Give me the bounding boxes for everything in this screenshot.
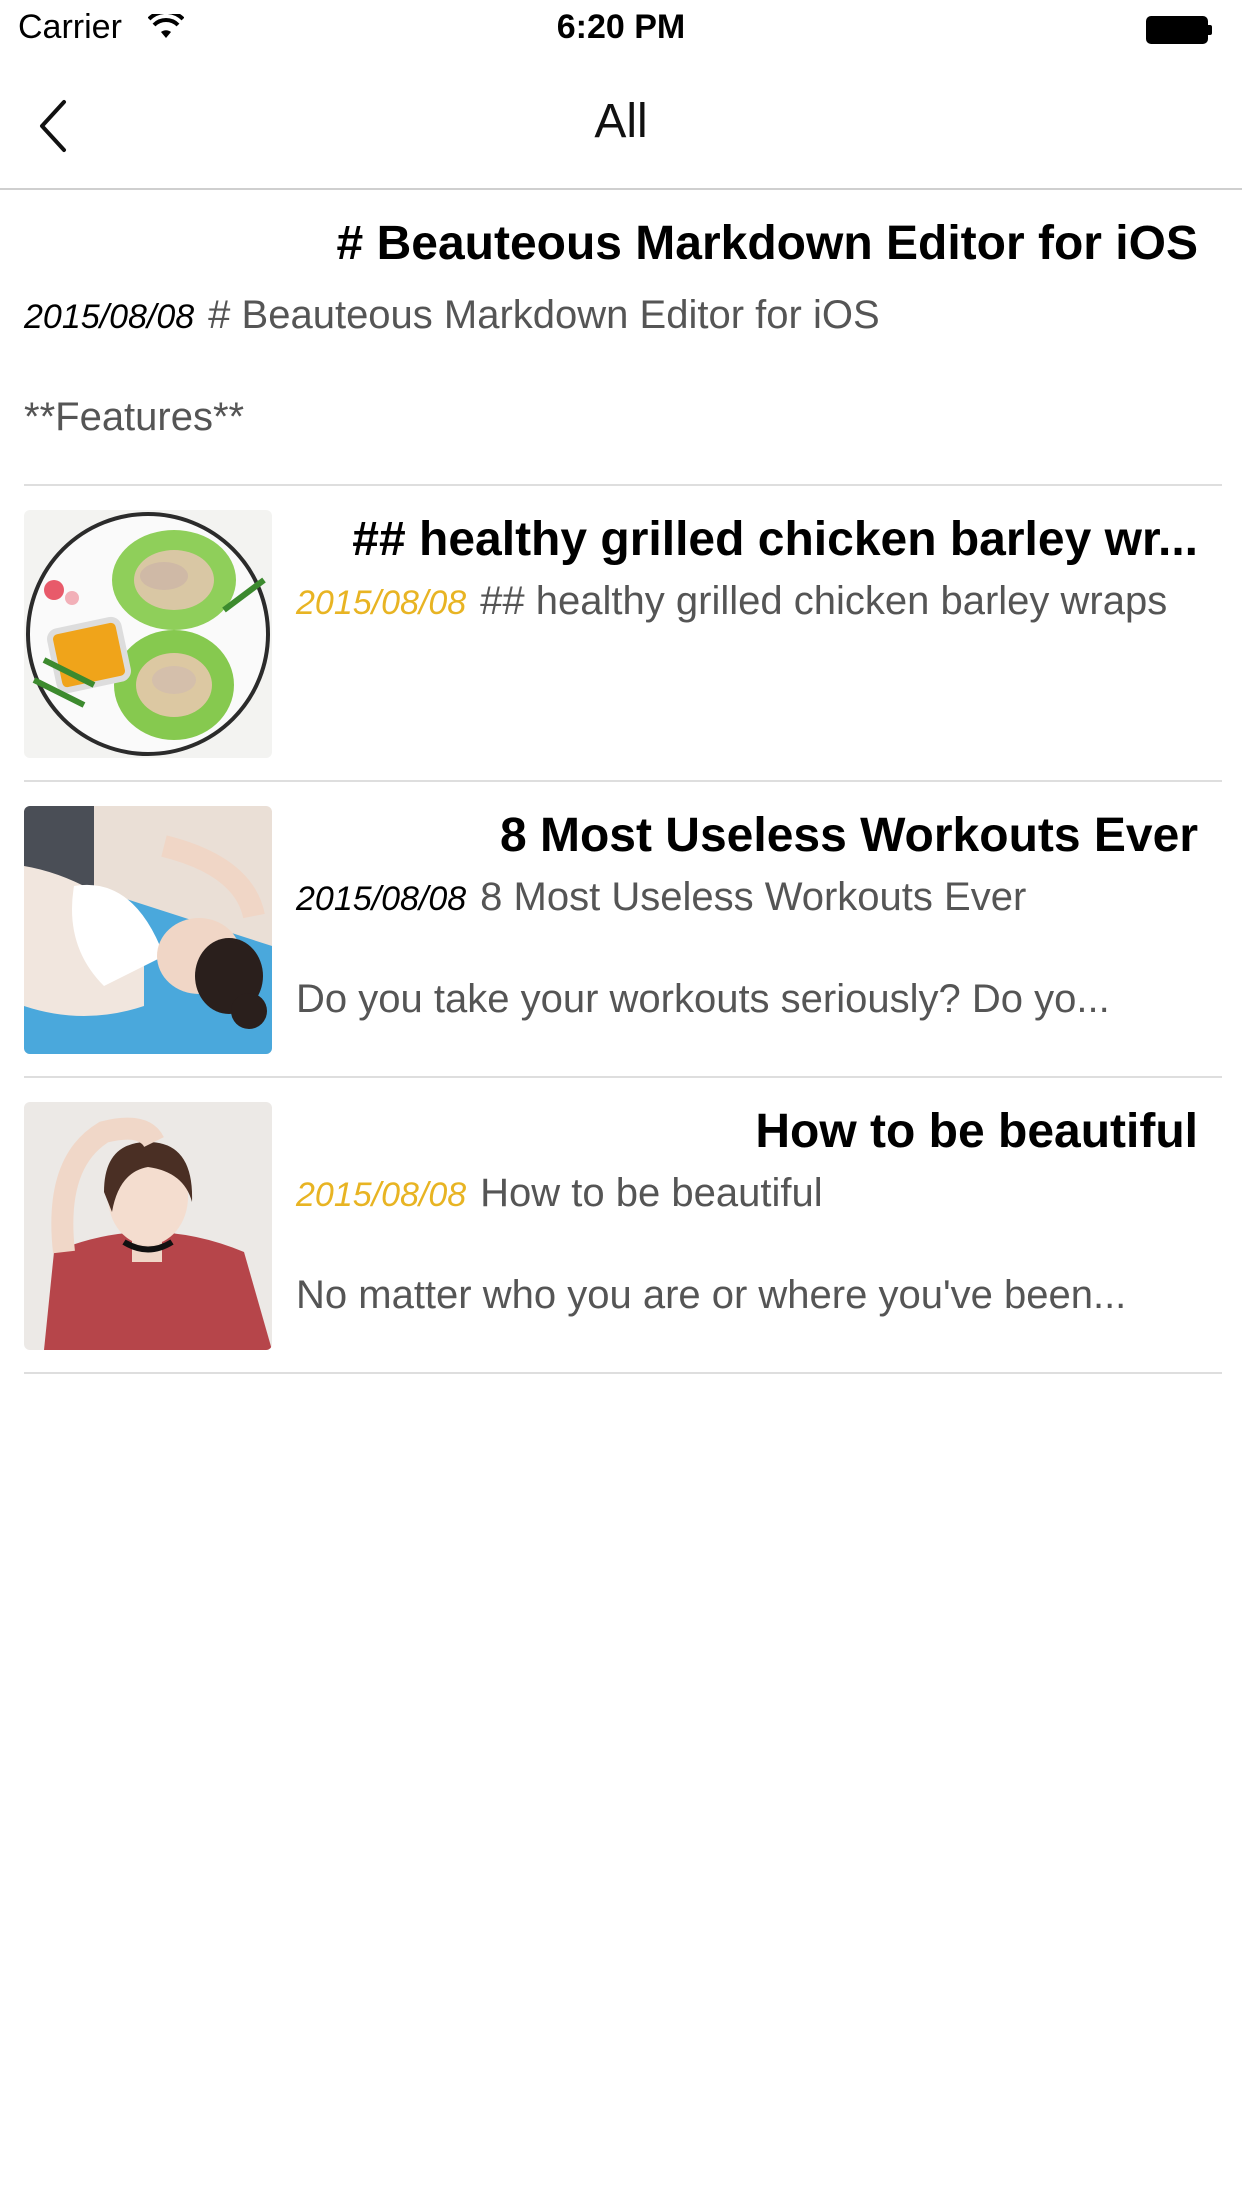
note-body: 2015/08/08 8 Most Useless Workouts Ever D… [296,872,1198,1024]
note-date: 2015/08/08 [296,1176,467,1214]
navigation-bar: All [0,60,1242,190]
note-body: 2015/08/08 # Beauteous Markdown Editor fo… [24,290,1198,442]
status-bar: Carrier 6:20 PM [0,0,1242,60]
note-date: 2015/08/08 [24,298,195,336]
note-summary: 8 Most Useless Workouts Ever [480,875,1027,919]
note-title: # Beauteous Markdown Editor for iOS [336,217,1198,270]
note-summary: How to be beautiful [480,1171,823,1215]
workout-woman-image [24,806,272,1054]
note-excerpt: No matter who you are or where you've be… [296,1273,1127,1317]
portrait-woman-image [24,1102,272,1350]
note-list: # Beauteous Markdown Editor for iOS 2015… [0,190,1242,1374]
note-title: How to be beautiful [755,1105,1198,1158]
battery-icon [1146,16,1212,44]
note-date: 2015/08/08 [296,584,467,622]
note-title: ## healthy grilled chicken barley wr... [352,513,1198,566]
note-summary: ## healthy grilled chicken barley wraps [480,579,1168,623]
note-body: 2015/08/08 How to be beautiful No matter … [296,1168,1198,1320]
note-item[interactable]: 8 Most Useless Workouts Ever 2015/08/08 8… [24,782,1222,1078]
clock: 6:20 PM [556,8,686,46]
note-excerpt: Do you take your workouts seriously? Do … [296,977,1110,1021]
note-title: 8 Most Useless Workouts Ever [499,809,1198,862]
note-body: 2015/08/08 ## healthy grilled chicken bar… [296,576,1198,628]
note-item[interactable]: # Beauteous Markdown Editor for iOS 2015… [24,190,1222,486]
note-date: 2015/08/08 [296,880,467,918]
note-item[interactable]: ## healthy grilled chicken barley wr... … [24,486,1222,782]
note-summary: # Beauteous Markdown Editor for iOS [208,293,880,337]
note-excerpt: **Features** [24,395,245,439]
note-item[interactable]: How to be beautiful 2015/08/08 How to be … [24,1078,1222,1374]
page-title: All [594,95,648,148]
salad-plate-image [24,510,272,758]
